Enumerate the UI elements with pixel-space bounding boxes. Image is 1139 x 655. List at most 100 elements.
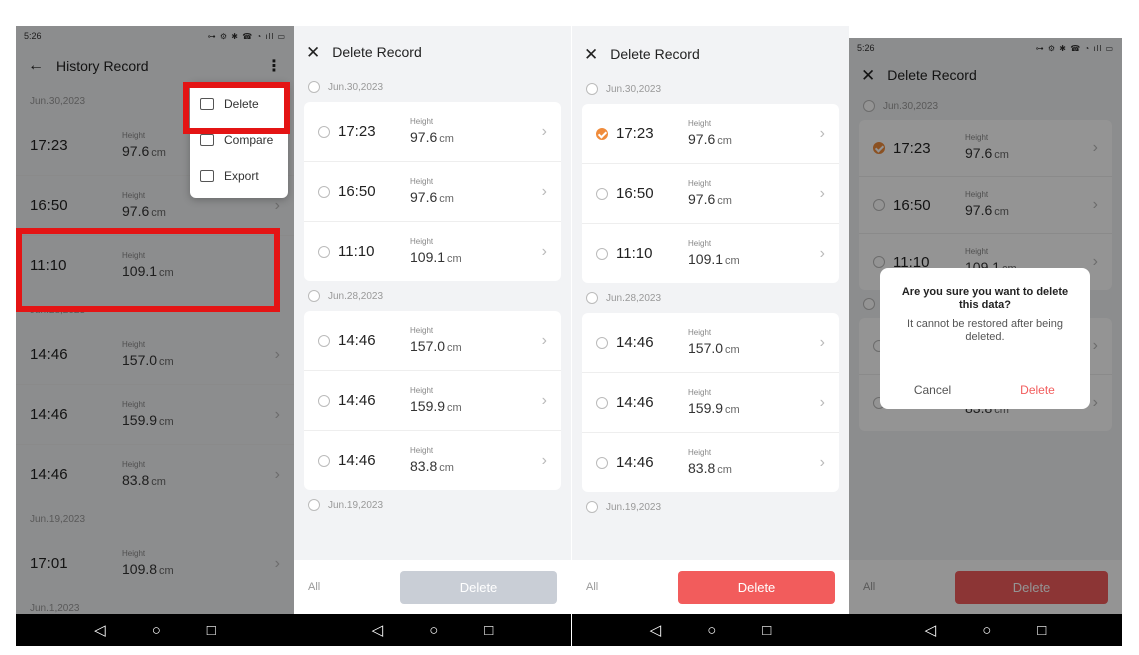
measure-value: 159.9 [410, 397, 446, 414]
select-group-radio[interactable] [308, 290, 320, 302]
record-time: 14:46 [616, 334, 654, 351]
date-header[interactable]: Jun.30,2023 [572, 74, 849, 104]
checked-radio-icon[interactable] [596, 127, 608, 140]
nav-home-icon[interactable]: ○ [707, 622, 716, 639]
menu-label: Compare [224, 133, 274, 147]
nav-home-icon[interactable]: ○ [152, 622, 161, 639]
select-all-label: All [308, 581, 321, 593]
select-record-radio[interactable] [318, 394, 330, 407]
highlight-delete-menu [183, 82, 290, 134]
nav-back-icon[interactable]: ◁ [925, 621, 937, 639]
chevron-right-icon: › [541, 242, 547, 260]
select-record-radio[interactable] [596, 187, 608, 200]
date-header[interactable]: Jun.28,2023 [294, 281, 571, 311]
chevron-right-icon: › [819, 124, 825, 142]
select-record-radio[interactable] [596, 247, 608, 260]
select-record-radio[interactable] [318, 334, 330, 347]
chevron-right-icon: › [819, 333, 825, 351]
confirm-dialog: Are you sure you want to delete this dat… [880, 268, 1090, 409]
date-header[interactable]: Jun.28,2023 [572, 283, 849, 313]
system-nav-bar: ◁ ○ □ [849, 614, 1122, 646]
select-record-radio[interactable] [596, 396, 608, 409]
close-icon[interactable]: ✕ [306, 44, 320, 61]
app-header: ✕ Delete Record [572, 34, 849, 74]
select-record-radio[interactable] [318, 125, 330, 138]
system-nav-bar: ◁ ○ □ [572, 614, 849, 646]
nav-back-icon[interactable]: ◁ [650, 621, 662, 639]
nav-recents-icon[interactable]: □ [484, 622, 493, 639]
page-title: Delete Record [610, 46, 700, 62]
menu-item-export[interactable]: Export [190, 158, 288, 194]
delete-confirm-screen: 5:26 ⊶ ⚙ ✱ ☎ ◔ ıll ▭ ✕ Delete Record Jun… [849, 38, 1122, 646]
chevron-right-icon: › [541, 182, 547, 200]
select-all-label: All [586, 581, 599, 593]
measure-unit: cm [447, 401, 462, 414]
date-header[interactable]: Jun.19,2023 [572, 492, 849, 522]
select-record-radio[interactable] [596, 456, 608, 469]
bottom-action-bar: All Delete [572, 560, 849, 614]
nav-back-icon[interactable]: ◁ [372, 621, 384, 639]
app-header: ✕ Delete Record [294, 32, 571, 72]
select-group-radio[interactable] [586, 83, 598, 95]
record-row[interactable]: 14:46 Height 83.8cm › [582, 433, 839, 492]
measure-value: 83.8 [688, 459, 716, 476]
date-header[interactable]: Jun.30,2023 [294, 72, 571, 102]
record-row[interactable]: 11:10 Height 109.1cm › [582, 224, 839, 283]
record-row[interactable]: 14:46 Height 159.9cm › [304, 371, 561, 431]
nav-home-icon[interactable]: ○ [429, 622, 438, 639]
measure-label: Height [410, 116, 434, 126]
record-row[interactable]: 14:46 Height 157.0 cm › [582, 313, 839, 373]
record-time: 17:23 [616, 125, 654, 142]
measure-unit: cm [447, 252, 462, 265]
close-icon[interactable]: ✕ [584, 46, 598, 63]
record-group: 17:23 Height 97.6 cm › 16:50 Height 97.6 cm › 11… [582, 104, 839, 283]
nav-back-icon[interactable]: ◁ [94, 621, 106, 639]
select-record-radio[interactable] [318, 185, 330, 198]
select-record-radio[interactable] [318, 245, 330, 258]
record-row[interactable]: 14:46 Height 157.0 cm › [304, 311, 561, 371]
delete-button[interactable]: Delete [678, 570, 835, 604]
measure-value: 97.6 [410, 128, 438, 145]
measure-unit: cm [725, 343, 740, 356]
dialog-cancel-button[interactable]: Cancel [880, 383, 985, 397]
export-icon [200, 170, 214, 182]
date-header[interactable]: Jun.19,2023 [294, 490, 571, 520]
select-group-radio[interactable] [586, 292, 598, 304]
record-row[interactable]: 17:23 Height 97.6 cm › [582, 104, 839, 164]
measure-label: Height [410, 445, 434, 455]
record-row[interactable]: 17:23 Height 97.6 cm › [304, 102, 561, 162]
measure-value: 83.8 [410, 457, 438, 474]
measure-unit: cm [717, 134, 732, 147]
select-group-radio[interactable] [308, 499, 320, 511]
record-row[interactable]: 14:46 Height 159.9cm › [582, 373, 839, 433]
measure-unit: cm [717, 463, 732, 476]
measure-unit: cm [725, 254, 740, 267]
record-row[interactable]: 14:46 Height 83.8cm › [304, 431, 561, 490]
measure-value: 109.1 [410, 248, 446, 265]
system-nav-bar: ◁ ○ □ [294, 614, 571, 646]
measure-label: Height [688, 387, 712, 397]
select-record-radio[interactable] [596, 336, 608, 349]
nav-home-icon[interactable]: ○ [982, 622, 991, 639]
select-all[interactable]: All [308, 581, 388, 593]
menu-label: Export [224, 169, 259, 183]
delete-record-screen-selected: ✕ Delete Record Jun.30,2023 17:23 Height 9… [572, 26, 849, 646]
record-row[interactable]: 16:50 Height 97.6 cm › [304, 162, 561, 222]
select-record-radio[interactable] [318, 454, 330, 467]
nav-recents-icon[interactable]: □ [762, 622, 771, 639]
measure-label: Height [410, 176, 434, 186]
delete-button[interactable]: Delete [400, 570, 557, 604]
select-all[interactable]: All [586, 581, 666, 593]
dialog-delete-button[interactable]: Delete [985, 383, 1090, 397]
date-label: Jun.30,2023 [328, 81, 384, 93]
measure-label: Height [688, 178, 712, 188]
nav-recents-icon[interactable]: □ [207, 622, 216, 639]
dialog-title: Are you sure you want to delete this dat… [901, 286, 1069, 311]
record-row[interactable]: 11:10 Height 109.1cm › [304, 222, 561, 281]
select-group-radio[interactable] [586, 501, 598, 513]
nav-recents-icon[interactable]: □ [1037, 622, 1046, 639]
select-group-radio[interactable] [308, 81, 320, 93]
record-row[interactable]: 16:50 Height 97.6 cm › [582, 164, 839, 224]
measure-value: 97.6 [688, 130, 716, 147]
record-time: 14:46 [338, 392, 376, 409]
